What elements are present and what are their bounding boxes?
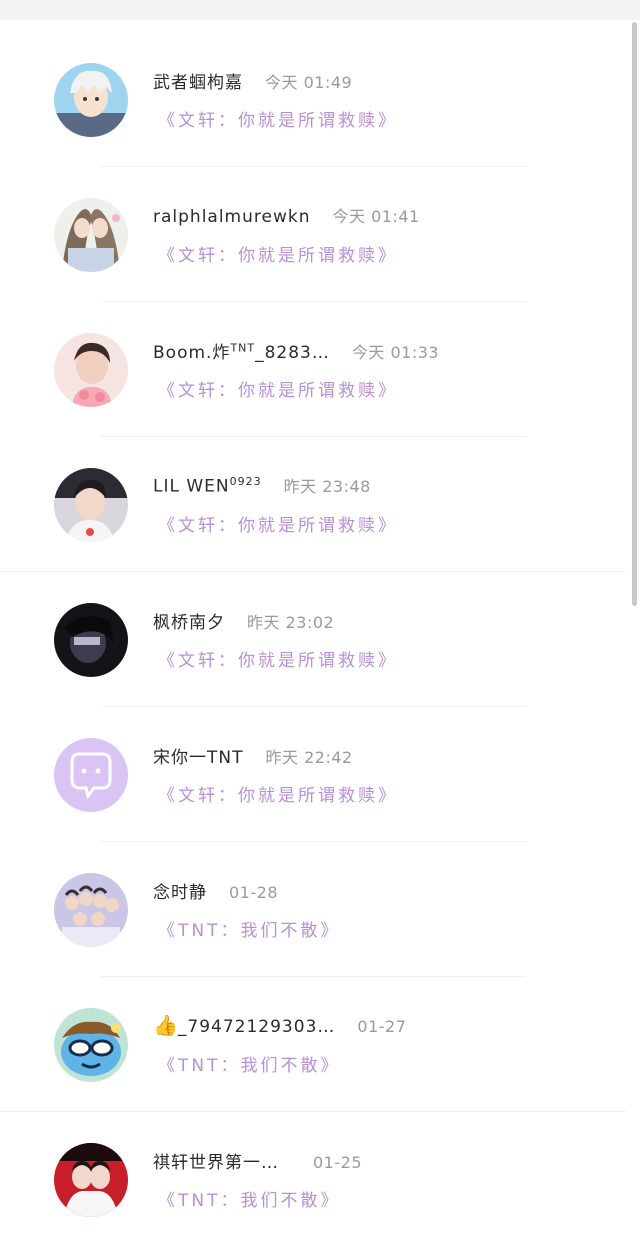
username[interactable]: _79472129303…: [178, 1017, 335, 1037]
top-bar: [0, 0, 640, 20]
name-line: 👍 _79472129303… 01-27: [153, 1013, 406, 1039]
list-item[interactable]: 枫桥南夕 昨天 23:02 《文轩：你就是所谓救赎》: [0, 572, 626, 707]
username[interactable]: 宋你一TNT: [153, 743, 244, 768]
timestamp: 01-27: [357, 1017, 407, 1036]
message-preview[interactable]: 《文轩：你就是所谓救赎》: [158, 376, 398, 401]
message-preview[interactable]: 《文轩：你就是所谓救赎》: [158, 241, 398, 266]
username[interactable]: 武者蝈枸嘉: [153, 68, 243, 93]
avatar[interactable]: [54, 603, 128, 677]
timestamp: 昨天 23:02: [247, 613, 335, 632]
name-line: ralphlalmurewkn 今天 01:41: [153, 203, 420, 229]
message-preview[interactable]: 《文轩：你就是所谓救赎》: [158, 781, 398, 806]
list-item[interactable]: 宋你一TNT 昨天 22:42 《文轩：你就是所谓救赎》: [0, 707, 626, 842]
list-item[interactable]: ralphlalmurewkn 今天 01:41 《文轩：你就是所谓救赎》: [0, 167, 626, 302]
list-item[interactable]: 祺轩世界第一… 01-25 《TNT：我们不散》: [0, 1112, 626, 1247]
message-preview[interactable]: 《TNT：我们不散》: [158, 916, 341, 941]
timestamp: 今天 01:33: [351, 343, 440, 362]
username[interactable]: ralphlalmurewkn: [153, 207, 311, 227]
username-superscript: TNT: [230, 341, 256, 355]
avatar[interactable]: [54, 198, 128, 272]
name-line: 念时静 01-28: [153, 878, 278, 904]
timestamp: 01-28: [229, 883, 278, 902]
username-superscript: 0923: [229, 475, 262, 489]
name-line: 宋你一TNT 昨天 22:42: [153, 743, 353, 769]
message-list: 武者蝈枸嘉 今天 01:49 《文轩：你就是所谓救赎》 ralphlalmure…: [0, 32, 626, 1247]
avatar[interactable]: [54, 1143, 128, 1217]
avatar[interactable]: [54, 468, 128, 542]
username-suffix: _8283…: [255, 343, 330, 363]
name-line: Boom.炸TNT_8283… 今天 01:33: [153, 338, 439, 364]
username[interactable]: Boom.炸TNT_8283…: [153, 338, 330, 363]
username-text: LIL WEN: [153, 477, 230, 497]
avatar[interactable]: [54, 63, 128, 137]
message-preview[interactable]: 《TNT：我们不散》: [158, 1186, 341, 1211]
list-item[interactable]: 念时静 01-28 《TNT：我们不散》: [0, 842, 626, 977]
avatar[interactable]: [54, 333, 128, 407]
username-text: Boom.炸: [153, 343, 231, 363]
message-preview[interactable]: 《文轩：你就是所谓救赎》: [158, 511, 398, 536]
message-preview[interactable]: 《文轩：你就是所谓救赎》: [158, 106, 398, 131]
avatar[interactable]: [54, 873, 128, 947]
thumbs-up-icon: 👍: [153, 1013, 178, 1037]
list-item[interactable]: LIL WEN0923 昨天 23:48 《文轩：你就是所谓救赎》: [0, 437, 626, 572]
list-item[interactable]: 武者蝈枸嘉 今天 01:49 《文轩：你就是所谓救赎》: [0, 32, 626, 167]
list-item[interactable]: Boom.炸TNT_8283… 今天 01:33 《文轩：你就是所谓救赎》: [0, 302, 626, 437]
message-preview[interactable]: 《文轩：你就是所谓救赎》: [158, 646, 398, 671]
username[interactable]: 祺轩世界第一…: [153, 1148, 279, 1173]
name-line: 祺轩世界第一… 01-25: [153, 1148, 362, 1174]
timestamp: 今天 01:41: [332, 207, 420, 226]
timestamp: 今天 01:49: [265, 73, 353, 92]
username[interactable]: 念时静: [153, 878, 207, 903]
name-line: LIL WEN0923 昨天 23:48: [153, 473, 371, 499]
name-line: 枫桥南夕 昨天 23:02: [153, 608, 334, 634]
avatar[interactable]: [54, 1008, 128, 1082]
name-line: 武者蝈枸嘉 今天 01:49: [153, 68, 352, 94]
username[interactable]: LIL WEN0923: [153, 475, 262, 497]
timestamp: 昨天 23:48: [283, 477, 371, 496]
timestamp: 昨天 22:42: [265, 748, 353, 767]
username[interactable]: 枫桥南夕: [153, 608, 225, 633]
list-item[interactable]: 👍 _79472129303… 01-27 《TNT：我们不散》: [0, 977, 626, 1112]
timestamp: 01-25: [313, 1153, 362, 1172]
message-preview[interactable]: 《TNT：我们不散》: [158, 1051, 341, 1076]
avatar[interactable]: [54, 738, 128, 812]
scrollbar[interactable]: [632, 22, 637, 606]
